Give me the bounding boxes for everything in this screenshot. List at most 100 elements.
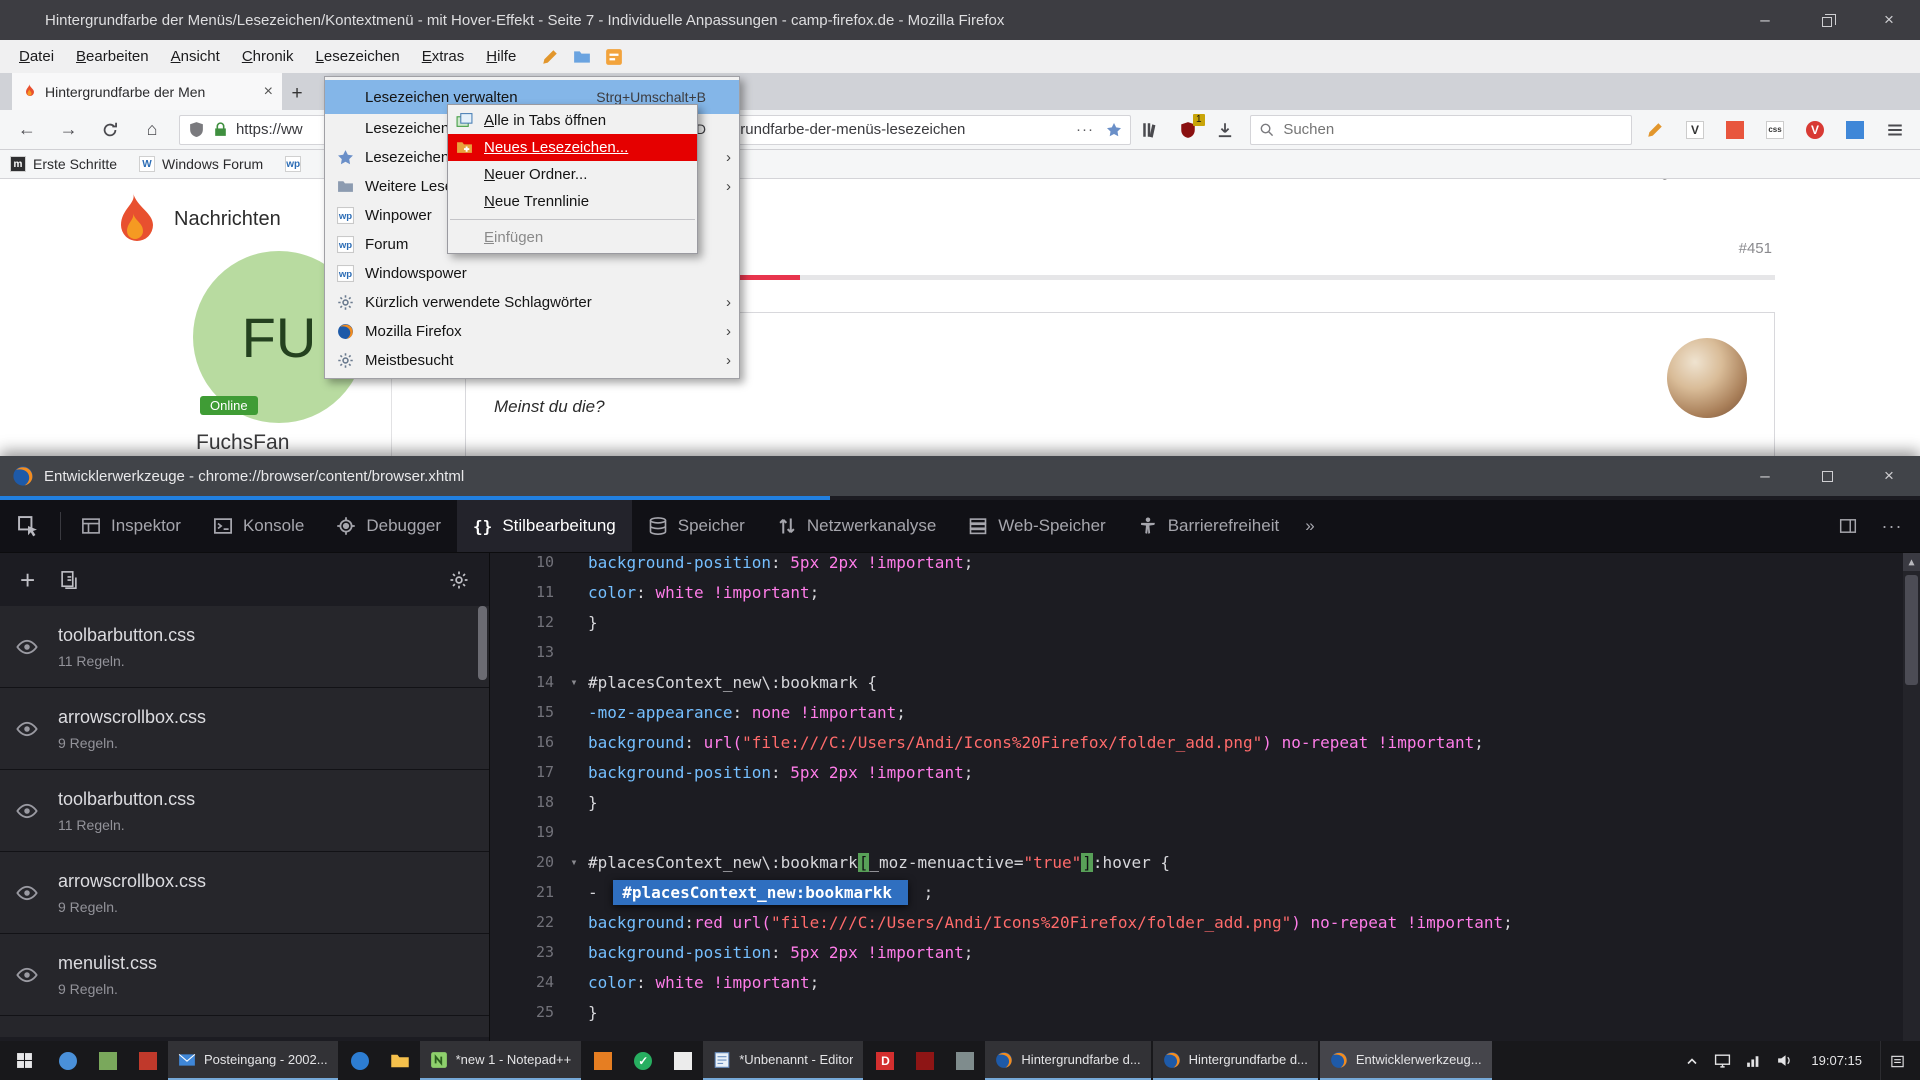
login-link[interactable]: Anmelden oder registrieren xyxy=(1525,179,1730,181)
downloads-button[interactable] xyxy=(1207,113,1245,147)
new-stylesheet-button[interactable]: + xyxy=(20,570,35,590)
messenger-icon[interactable] xyxy=(605,48,623,66)
file-explorer-icon[interactable] xyxy=(380,1041,420,1080)
blue-ball-icon[interactable] xyxy=(340,1041,380,1080)
addon-blue-button[interactable] xyxy=(1836,113,1874,147)
tab-close-icon[interactable]: × xyxy=(258,83,273,101)
bookmarks-menu-item-meistbesucht[interactable]: Meistbesucht› xyxy=(325,346,739,375)
visibility-eye-icon[interactable] xyxy=(16,882,38,904)
context-menu-item-neuer-ordner[interactable]: Neuer Ordner... xyxy=(448,161,697,188)
back-button[interactable]: ← xyxy=(6,113,48,147)
stylesheet-list-item-4[interactable]: menulist.css9 Regeln. xyxy=(0,934,489,1016)
kitten-avatar[interactable] xyxy=(1667,338,1747,418)
tray-chevron-up-icon[interactable] xyxy=(1684,1053,1700,1069)
stylesheet-list-item-1[interactable]: arrowscrollbox.css9 Regeln. xyxy=(0,688,489,770)
editor-scrollbar-thumb[interactable] xyxy=(1905,575,1918,685)
menu-button[interactable] xyxy=(1876,113,1914,147)
browser-tab[interactable]: Hintergrundfarbe der Men × xyxy=(12,73,282,110)
devtools-titlebar[interactable]: Entwicklerwerkzeuge - chrome://browser/c… xyxy=(0,456,1920,496)
site-logo-flame-icon[interactable] xyxy=(104,193,162,257)
menubar-item-chronik[interactable]: Chronik xyxy=(231,40,305,73)
addon-v-button[interactable]: V xyxy=(1676,113,1714,147)
firefox-titlebar[interactable]: Hintergrundfarbe der Menüs/Lesezeichen/K… xyxy=(0,0,1920,40)
devtools-menu-button[interactable]: ··· xyxy=(1872,506,1912,546)
scrollbar-up-icon[interactable]: ▲ xyxy=(1903,553,1920,571)
photos-app-icon[interactable] xyxy=(88,1041,128,1080)
bookmarks-menu-item-mozilla-firefox[interactable]: Mozilla Firefox› xyxy=(325,317,739,346)
split-panel-button[interactable] xyxy=(1828,506,1868,546)
close-button[interactable]: × xyxy=(1858,0,1920,40)
reload-button[interactable] xyxy=(89,113,131,147)
darkred-app-icon[interactable] xyxy=(905,1041,945,1080)
devtools-tab-inspektor[interactable]: Inspektor xyxy=(65,500,197,552)
devtools-tab-stilbearbeitung[interactable]: {}Stilbearbeitung xyxy=(457,500,632,552)
visibility-eye-icon[interactable] xyxy=(16,800,38,822)
clock[interactable]: 19:07:15 xyxy=(1807,1053,1866,1068)
menubar-item-bearbeiten[interactable]: Bearbeiten xyxy=(65,40,160,73)
action-center-button[interactable] xyxy=(1880,1041,1914,1080)
menubar-item-lesezeichen[interactable]: Lesezeichen xyxy=(305,40,411,73)
taskbar-mail-button[interactable]: Posteingang - 2002... xyxy=(168,1041,338,1080)
tray-monitor-icon[interactable] xyxy=(1714,1052,1731,1069)
devtools-maximize-button[interactable] xyxy=(1796,456,1858,496)
bookmarks-menu-item-k-rzlich-verwendete-schlagw-rter[interactable]: Kürzlich verwendete Schlagwörter› xyxy=(325,288,739,317)
addon-css-button[interactable]: css xyxy=(1756,113,1794,147)
style-editor[interactable]: 10background-position: 5px 2px !importan… xyxy=(490,553,1920,1041)
visibility-eye-icon[interactable] xyxy=(16,718,38,740)
bookmarks-toolbar-item-erste-schritte[interactable]: mErste Schritte xyxy=(10,156,117,172)
taskbar-firefox-button-1[interactable]: Hintergrundfarbe d... xyxy=(985,1041,1150,1080)
white-app-icon[interactable] xyxy=(663,1041,703,1080)
browser-ball-icon[interactable] xyxy=(48,1041,88,1080)
folder-icon[interactable] xyxy=(573,48,591,66)
bookmarks-toolbar-item-wp[interactable]: wp xyxy=(285,156,308,172)
library-button[interactable] xyxy=(1131,113,1169,147)
visibility-eye-icon[interactable] xyxy=(16,964,38,986)
menubar-item-extras[interactable]: Extras xyxy=(411,40,476,73)
tray-speaker-icon[interactable] xyxy=(1776,1052,1793,1069)
ublock-button[interactable]: 1 xyxy=(1169,113,1207,147)
post-number[interactable]: #451 xyxy=(1739,240,1772,257)
compose-icon[interactable] xyxy=(541,48,559,66)
devtools-tab-netzwerkanalyse[interactable]: Netzwerkanalyse xyxy=(761,500,952,552)
devtools-close-button[interactable]: × xyxy=(1858,456,1920,496)
home-button[interactable]: ⌂ xyxy=(131,113,173,147)
devtools-tab-speicher[interactable]: Speicher xyxy=(632,500,761,552)
devtools-tab-debugger[interactable]: Debugger xyxy=(320,500,457,552)
devtools-tab-konsole[interactable]: Konsole xyxy=(197,500,320,552)
taskbar-notepadpp-button[interactable]: *new 1 - Notepad++ xyxy=(420,1041,582,1080)
autocomplete-popup[interactable]: #placesContext_new:bookmarkk xyxy=(613,880,908,905)
search-input[interactable] xyxy=(1281,120,1623,139)
start-button[interactable] xyxy=(0,1041,48,1080)
search-bar[interactable] xyxy=(1250,115,1632,145)
editor-scrollbar[interactable]: ▲ xyxy=(1903,553,1920,1041)
taskbar-devtools-button[interactable]: Entwicklerwerkzeug... xyxy=(1320,1041,1492,1080)
orange-app-icon[interactable] xyxy=(583,1041,623,1080)
addon-red-circle-button[interactable]: V xyxy=(1796,113,1834,147)
fold-arrow-icon[interactable]: ▾ xyxy=(560,855,588,869)
menubar-item-ansicht[interactable]: Ansicht xyxy=(160,40,231,73)
taskbar-editor-button[interactable]: *Unbenannt - Editor xyxy=(703,1041,863,1080)
bookmarks-menu-item-windowspower[interactable]: wpWindowspower xyxy=(325,259,739,288)
devtools-tab-barrierefreiheit[interactable]: Barrierefreiheit xyxy=(1122,500,1296,552)
menubar-item-datei[interactable]: Datei xyxy=(8,40,65,73)
stylesheet-list-item-0[interactable]: toolbarbutton.css11 Regeln. xyxy=(0,606,489,688)
d-app-icon[interactable]: D xyxy=(865,1041,905,1080)
username-text[interactable]: FuchsFan xyxy=(196,431,289,455)
element-picker-button[interactable] xyxy=(0,500,56,552)
bookmarks-toolbar-item-windows-forum[interactable]: WWindows Forum xyxy=(139,156,263,172)
devtools-minimize-button[interactable]: – xyxy=(1734,456,1796,496)
fold-arrow-icon[interactable]: ▾ xyxy=(560,675,588,689)
stylesheet-list-item-2[interactable]: toolbarbutton.css11 Regeln. xyxy=(0,770,489,852)
menubar-item-hilfe[interactable]: Hilfe xyxy=(475,40,527,73)
forward-button[interactable]: → xyxy=(48,113,90,147)
sidebar-options-gear-icon[interactable] xyxy=(449,570,469,590)
stylesheet-list-item-3[interactable]: arrowscrollbox.css9 Regeln. xyxy=(0,852,489,934)
more-tools-button[interactable]: » xyxy=(1295,500,1324,552)
import-stylesheet-button[interactable] xyxy=(59,570,79,590)
sidebar-scrollbar-thumb[interactable] xyxy=(478,606,487,680)
green-check-icon[interactable]: ✓ xyxy=(623,1041,663,1080)
red-app-icon[interactable] xyxy=(128,1041,168,1080)
minimize-button[interactable]: – xyxy=(1734,0,1796,40)
bookmark-star-icon[interactable] xyxy=(1106,122,1122,138)
context-menu-item-alle-in-tabs-ffnen[interactable]: Alle in Tabs öffnen xyxy=(448,107,697,134)
